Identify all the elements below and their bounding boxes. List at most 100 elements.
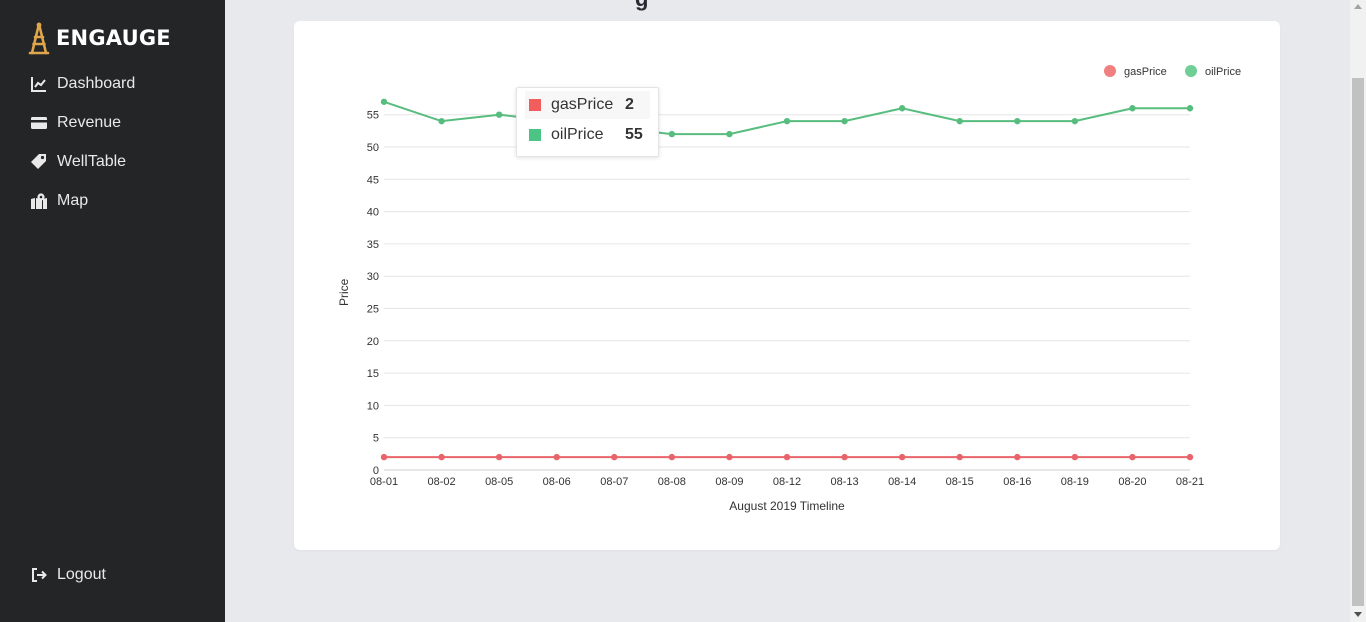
data-point-gasprice [438,453,445,461]
sidebar-item-map[interactable]: Map [0,181,225,220]
tooltip-label: oilPrice [551,126,604,143]
y-tick-label: 55 [367,110,379,122]
x-tick-label: 08-15 [946,476,974,488]
tooltip-row-gasprice: gasPrice 2 [525,91,650,119]
chart-card: 0 5 10 15 20 25 30 35 40 45 50 55 08-01 08-02 08-05 08-… [294,21,1280,550]
data-point-gasprice [1014,453,1021,461]
logout-button[interactable]: Logout [0,555,225,594]
tooltip-label: gasPrice [551,96,614,113]
y-tick-label: 15 [367,368,379,380]
data-point-oilprice [898,105,906,112]
x-tick-label: 08-07 [600,476,628,488]
data-point-gasprice [1129,453,1136,461]
x-tick-label: 08-08 [658,476,686,488]
data-point-oilprice [726,130,733,138]
logout: Logout [0,555,225,594]
data-point-oilprice [438,117,445,125]
x-tick-label: 08-02 [428,476,456,488]
scroll-thumb[interactable] [1352,78,1364,606]
sign-out-icon [30,566,48,584]
data-point-oilprice [1014,117,1021,125]
data-point-gasprice [611,453,618,461]
data-point-oilprice [956,117,963,125]
y-tick-label: 50 [367,142,379,154]
x-tick-label: 08-05 [485,476,513,488]
data-point-oilprice [783,117,791,125]
sidebar-item-label: Map [57,191,89,209]
brand[interactable]: ENGAUGE [28,20,171,56]
oil-derrick-icon [28,22,50,55]
tooltip-swatch-oilprice [529,129,541,141]
price-line-chart: 051015202530354045505508-01 08-02 08-05 08-… [337,65,1241,513]
page-scrollbar[interactable] [1350,0,1366,622]
sidebar-item-label: WellTable [57,152,127,170]
legend-label: oilPrice [1205,66,1241,78]
sidebar-item-label: Dashboard [57,74,136,92]
x-tick-label: 08-13 [831,476,859,488]
y-tick-label: 30 [367,271,379,283]
map-marked-icon [30,192,48,210]
brand-name: ENGAUGE [56,26,171,50]
tooltip-value: 55 [625,126,643,143]
sidebar: ENGAUGE Dashboard Revenue WellTable Map … [0,0,225,622]
x-tick-label: 08-06 [543,476,571,488]
data-point-gasprice [841,453,848,461]
sidebar-item-welltable[interactable]: WellTable [0,142,225,181]
scroll-down-arrow-icon[interactable] [1354,612,1362,617]
x-tick-label: 08-12 [773,476,801,488]
data-point-gasprice [898,453,906,461]
y-tick-label: 35 [367,239,379,251]
legend-label: gasPrice [1124,66,1167,78]
x-tick-label: 08-20 [1118,476,1146,488]
data-point-gasprice [726,453,733,461]
legend-item-gasprice[interactable]: gasPrice [1104,65,1167,78]
tooltip-swatch-gasprice [529,99,541,111]
x-tick-label: 08-19 [1061,476,1089,488]
tag-icon [30,153,48,171]
x-axis-label: August 2019 Timeline [729,499,845,513]
app-root: ENGAUGE Dashboard Revenue WellTable Map … [0,0,1366,622]
data-point-oilprice [495,111,503,118]
chart-line-icon [30,75,48,93]
sidebar-nav: Dashboard Revenue WellTable Map [0,64,225,220]
data-point-gasprice [668,453,676,461]
tooltip-value: 2 [625,96,634,113]
data-point-oilprice [1129,105,1136,112]
data-point-gasprice [495,453,503,461]
data-point-gasprice [956,453,963,461]
y-tick-label: 5 [373,433,379,445]
x-tick-label: 08-21 [1176,476,1204,488]
page-title: g [635,0,648,12]
tooltip-row-oilprice: oilPrice 55 [525,121,650,149]
sidebar-item-revenue[interactable]: Revenue [0,103,225,142]
scroll-up-arrow-icon[interactable] [1354,4,1362,9]
x-tick-label: 08-09 [715,476,743,488]
y-tick-label: 10 [367,400,379,412]
legend-marker [1104,65,1116,77]
data-point-gasprice [1071,453,1079,461]
data-point-oilprice [380,98,388,105]
data-point-gasprice [553,453,560,461]
data-point-gasprice [783,453,791,461]
legend-marker [1185,65,1197,77]
data-point-gasprice [1186,453,1194,461]
main-content: g 051015202530354045505508-0108-0208-050… [225,0,1350,622]
data-point-oilprice [668,130,676,138]
data-point-gasprice [380,453,388,461]
sidebar-item-dashboard[interactable]: Dashboard [0,64,225,103]
legend-item-oilprice[interactable]: oilPrice [1185,65,1241,78]
y-tick-label: 45 [367,174,379,186]
data-point-oilprice [841,117,848,125]
y-axis-label: Price [337,278,351,306]
x-tick-label: 08-01 [370,476,398,488]
x-tick-label: 08-14 [888,476,916,488]
series-line-oilprice [383,100,1190,136]
credit-card-icon [30,114,48,132]
y-tick-label: 25 [367,304,379,316]
sidebar-item-label: Revenue [57,113,122,131]
chart-tooltip: gasPrice 2 oilPrice 55 [516,87,659,157]
data-point-oilprice [1071,117,1079,125]
y-tick-label: 20 [367,336,379,348]
y-tick-label: 40 [367,207,379,219]
logout-label: Logout [57,565,106,583]
